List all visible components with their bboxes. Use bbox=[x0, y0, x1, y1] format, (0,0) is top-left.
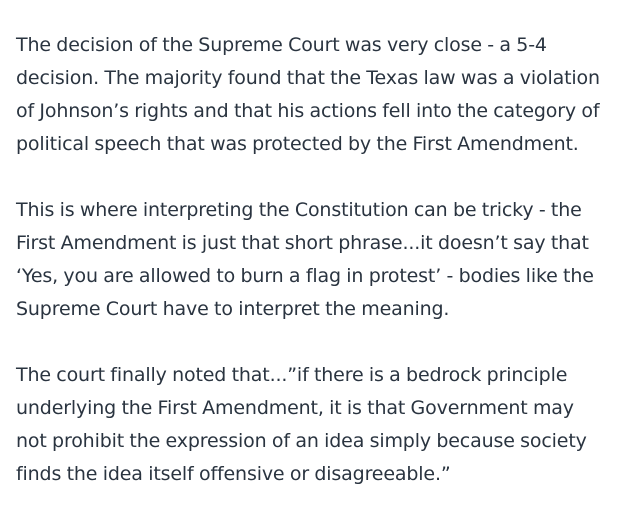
article-body: The decision of the Supreme Court was ve… bbox=[16, 29, 628, 524]
text-line: finds the idea itself offensive or disag… bbox=[16, 463, 451, 485]
text-line: of Johnson’s rights and that his actions… bbox=[16, 100, 600, 122]
text-line: First Amendment is just that short phras… bbox=[16, 232, 589, 254]
text-line: This is where interpreting the Constitut… bbox=[16, 199, 582, 221]
text-line: The court finally noted that...”if there… bbox=[16, 364, 568, 386]
paragraph-interpreting-constitution: This is where interpreting the Constitut… bbox=[16, 194, 628, 326]
paragraph-court-quote: The court finally noted that...”if there… bbox=[16, 359, 628, 491]
text-line: underlying the First Amendment, it is th… bbox=[16, 397, 574, 419]
text-line: political speech that was protected by t… bbox=[16, 133, 579, 155]
paragraph-supreme-court-decision: The decision of the Supreme Court was ve… bbox=[16, 29, 628, 161]
text-line: The decision of the Supreme Court was ve… bbox=[16, 34, 547, 56]
text-line: Supreme Court have to interpret the mean… bbox=[16, 298, 450, 320]
text-line: not prohibit the expression of an idea s… bbox=[16, 430, 587, 452]
text-line: ‘Yes, you are allowed to burn a flag in … bbox=[16, 265, 594, 287]
text-line: decision. The majority found that the Te… bbox=[16, 67, 600, 89]
